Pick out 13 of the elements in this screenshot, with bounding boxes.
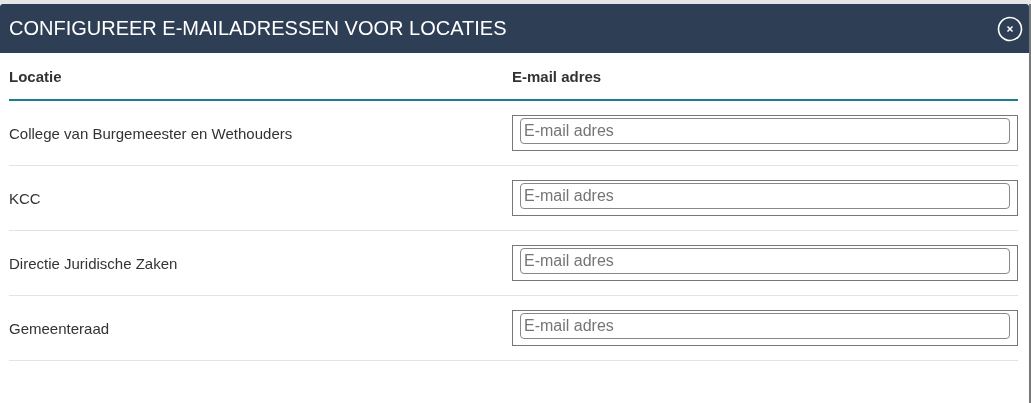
- email-field[interactable]: E-mail adres: [520, 118, 1010, 144]
- dialog-title: CONFIGUREER E-MAILADRESSEN VOOR LOCATIES: [9, 17, 507, 40]
- email-field[interactable]: E-mail adres: [520, 313, 1010, 339]
- email-field[interactable]: E-mail adres: [520, 248, 1010, 274]
- location-name: KCC: [9, 189, 42, 207]
- email-field[interactable]: E-mail adres: [520, 183, 1010, 209]
- location-name: College van Burgemeester en Wethouders: [9, 124, 294, 142]
- location-name: Gemeenteraad: [9, 319, 111, 337]
- column-header: Locatie: [9, 67, 63, 85]
- location-name: Directie Juridische Zaken: [9, 254, 179, 272]
- column-header: E-mail adres: [512, 67, 603, 85]
- close-button[interactable]: [997, 15, 1023, 42]
- close-icon: [997, 15, 1023, 42]
